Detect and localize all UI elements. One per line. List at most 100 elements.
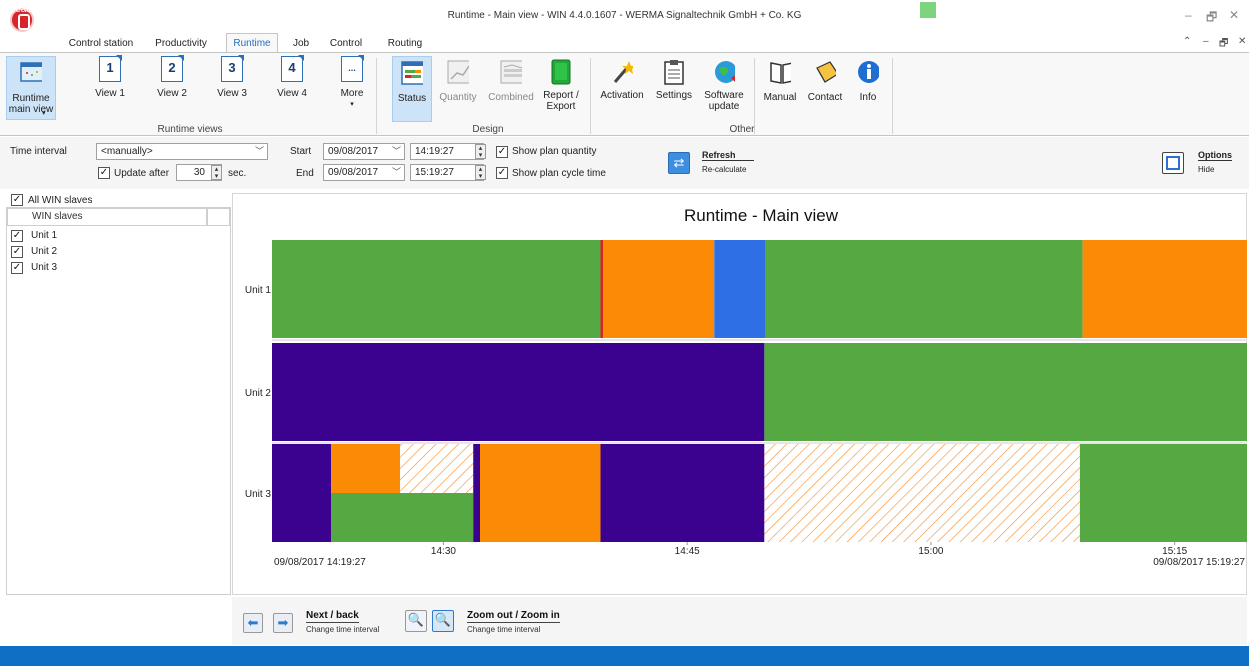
update-after-unit: sec. xyxy=(228,168,247,179)
refresh-icon[interactable]: ⇄ xyxy=(668,152,690,174)
activation-label: Activation xyxy=(600,90,644,101)
show-plan-quantity-checkbox[interactable]: ✓ xyxy=(496,146,508,158)
manual-button[interactable]: Manual xyxy=(760,56,800,103)
view-2-label: View 2 xyxy=(157,88,187,99)
x-tick-label: 15:00 xyxy=(918,546,943,557)
start-time-input[interactable]: 14:19:27 xyxy=(410,143,484,160)
design-group-label: Design xyxy=(472,124,504,135)
end-time-spinner[interactable]: ▴ ▾ xyxy=(475,165,486,180)
zoom-in-button[interactable]: 🔍 xyxy=(432,610,454,632)
refresh-sublabel: Re-calculate xyxy=(702,165,747,174)
more-views-button[interactable]: ... More ▾ xyxy=(334,56,370,110)
status-segment-green xyxy=(331,493,474,542)
list-item[interactable]: ✓ Unit 2 xyxy=(7,244,230,260)
win-slaves-column-header[interactable]: WIN slaves xyxy=(7,208,207,226)
tab-control[interactable]: Control xyxy=(325,36,367,52)
unit-3-label: Unit 3 xyxy=(31,262,58,273)
tab-productivity[interactable]: Productivity xyxy=(148,36,214,52)
zoom-out-button[interactable]: 🔍 xyxy=(405,610,427,632)
view-4-button[interactable]: 4 View 4 xyxy=(274,56,310,99)
view-2-icon: 2 xyxy=(161,56,183,82)
view-3-button[interactable]: 3 View 3 xyxy=(214,56,250,99)
end-time-input[interactable]: 15:19:27 xyxy=(410,164,484,181)
quantity-button[interactable]: Quantity xyxy=(436,56,480,103)
report-book-icon xyxy=(551,59,571,85)
start-date-value: 09/08/2017 xyxy=(328,146,379,157)
status-segment-orange xyxy=(331,444,401,493)
activation-button[interactable]: Activation xyxy=(598,56,646,101)
view-2-button[interactable]: 2 View 2 xyxy=(154,56,190,99)
more-dropdown-icon: ▾ xyxy=(350,101,354,108)
info-button[interactable]: Info xyxy=(852,56,884,103)
contact-label: Contact xyxy=(807,92,843,103)
update-after-spinner[interactable]: ▴ ▾ xyxy=(211,165,222,180)
combined-label: Combined xyxy=(488,92,534,103)
runtime-main-view-button[interactable]: Runtime main view ▾ xyxy=(6,56,56,120)
settings-label: Settings xyxy=(655,90,693,101)
unit-3-checkbox[interactable]: ✓ xyxy=(11,262,23,274)
all-win-slaves-checkbox[interactable]: ✓ xyxy=(11,194,23,206)
close-button[interactable]: ✕ xyxy=(1229,8,1239,22)
tab-job[interactable]: Job xyxy=(287,36,315,52)
tab-routing[interactable]: Routing xyxy=(382,36,428,52)
settings-button[interactable]: Settings xyxy=(652,56,696,101)
chevron-down-icon: ﹀ xyxy=(391,167,401,177)
update-after-checkbox[interactable]: ✓ xyxy=(98,167,110,179)
view-4-icon: 4 xyxy=(281,56,303,82)
list-item[interactable]: ✓ Unit 1 xyxy=(7,228,230,244)
ribbon-separator xyxy=(376,58,377,134)
show-plan-cycle-time-checkbox[interactable]: ✓ xyxy=(496,167,508,179)
end-date-picker[interactable]: 09/08/2017 ﹀ xyxy=(323,164,405,181)
next-interval-button[interactable]: ➡ xyxy=(273,613,293,633)
quantity-label: Quantity xyxy=(439,92,477,103)
software-update-button[interactable]: Software update xyxy=(700,56,748,112)
magic-wand-icon xyxy=(613,61,633,83)
time-interval-select[interactable]: <manually> ﹀ xyxy=(96,143,268,160)
start-time-spinner[interactable]: ▴ ▾ xyxy=(475,144,486,159)
restore-button[interactable]: 🗗 xyxy=(1206,8,1217,29)
status-segment-hatch xyxy=(764,444,1080,542)
x-start-label: 09/08/2017 14:19:27 xyxy=(274,557,366,568)
ribbon-collapse-icon[interactable]: ⌃ xyxy=(1183,36,1191,47)
ribbon-minimize-button[interactable]: – xyxy=(1203,36,1209,47)
other-group-label: Other xyxy=(729,124,755,135)
unit-1-checkbox[interactable]: ✓ xyxy=(11,230,23,242)
view-1-label: View 1 xyxy=(95,88,125,99)
previous-interval-button[interactable]: ⬅ xyxy=(243,613,263,633)
status-button[interactable]: Status xyxy=(392,56,432,122)
refresh-button[interactable]: Refresh xyxy=(702,150,754,161)
ribbon-separator xyxy=(754,58,755,134)
more-icon: ... xyxy=(341,56,363,82)
manual-label: Manual xyxy=(763,92,797,103)
ribbon-separator xyxy=(590,58,591,134)
unit-2-checkbox[interactable]: ✓ xyxy=(11,246,23,258)
list-item[interactable]: ✓ Unit 3 xyxy=(7,260,230,276)
contact-button[interactable]: Contact xyxy=(804,56,846,103)
minimize-button[interactable]: – xyxy=(1185,8,1192,22)
status-bar xyxy=(0,646,1249,666)
options-button[interactable]: Options xyxy=(1198,150,1232,161)
software-update-label: Software update xyxy=(704,90,744,112)
combined-button[interactable]: Combined xyxy=(488,56,534,103)
runtime-main-view-icon xyxy=(20,62,42,82)
ribbon-separator xyxy=(892,58,893,134)
next-back-subtitle: Change time interval xyxy=(306,625,380,634)
tab-runtime[interactable]: Runtime xyxy=(226,33,278,53)
ribbon-close-button[interactable]: ✕ xyxy=(1238,36,1246,47)
update-after-label: Update after xyxy=(114,168,170,179)
ribbon-restore-button[interactable]: 🗗 xyxy=(1219,36,1228,53)
status-label: Status xyxy=(397,93,427,104)
start-date-picker[interactable]: 09/08/2017 ﹀ xyxy=(323,143,405,160)
tab-control-station[interactable]: Control station xyxy=(60,36,142,52)
row-separator xyxy=(272,442,1247,444)
x-tick-label: 14:30 xyxy=(431,546,456,557)
options-icon[interactable] xyxy=(1162,152,1184,174)
status-segment-purple xyxy=(473,444,480,542)
status-segment-green xyxy=(272,240,601,338)
more-label: More xyxy=(340,88,364,99)
status-segment-green xyxy=(764,343,1247,441)
view-1-button[interactable]: 1 View 1 xyxy=(92,56,128,99)
next-back-title: Next / back xyxy=(306,610,359,623)
report-export-button[interactable]: Report / Export xyxy=(540,56,582,112)
report-export-label: Report / Export xyxy=(543,90,579,112)
